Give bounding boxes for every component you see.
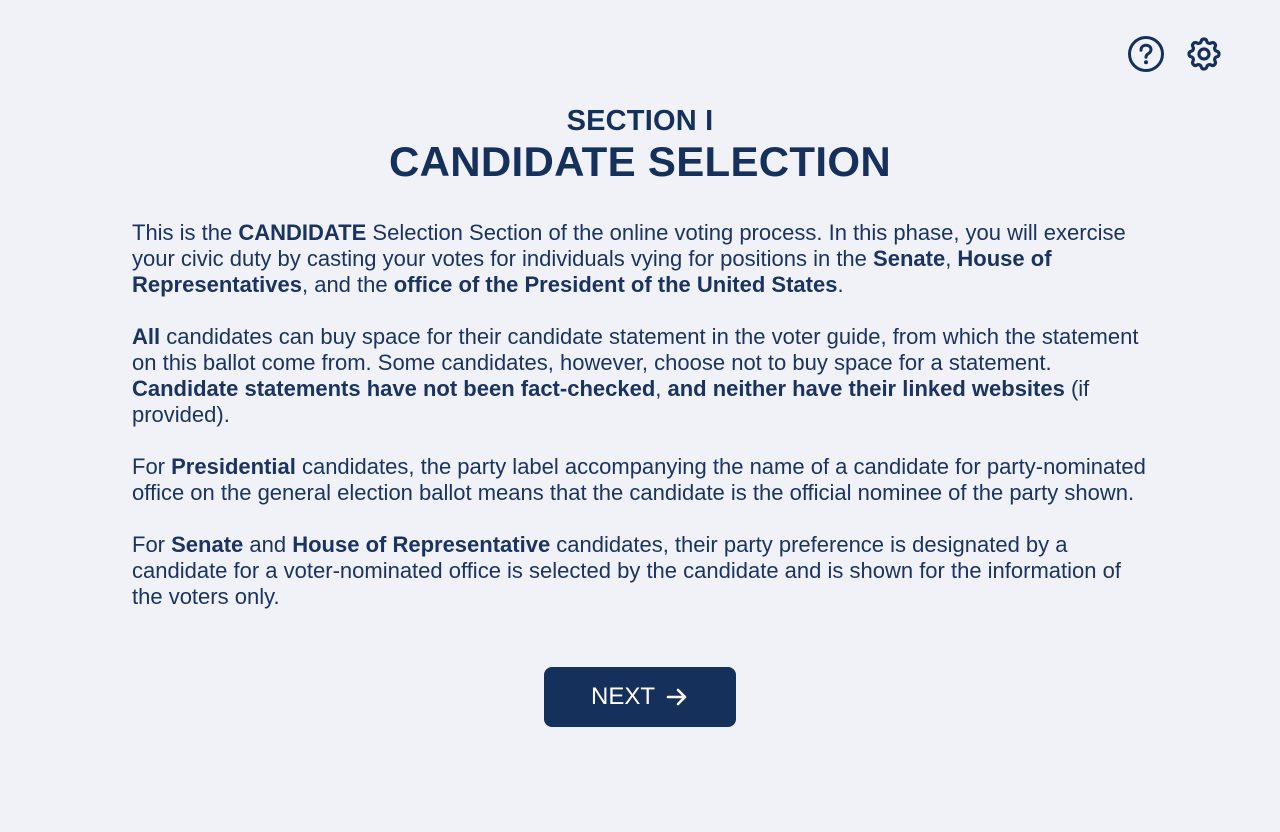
instructions-content: This is the CANDIDATE Selection Section …	[132, 220, 1152, 636]
text-segment: ,	[655, 376, 668, 401]
text-segment: For	[132, 454, 172, 479]
text-segment: candidates can buy space for their candi…	[132, 324, 1139, 375]
top-toolbar	[1126, 35, 1224, 78]
bold-segment: All	[132, 324, 161, 349]
text-segment: ,	[945, 246, 958, 271]
bold-segment: Senate	[171, 532, 244, 557]
statements-paragraph: All candidates can buy space for their c…	[132, 324, 1152, 428]
bold-segment: House of Representative	[292, 532, 551, 557]
section-label: SECTION I	[566, 105, 714, 137]
next-button[interactable]: NEXT	[544, 667, 736, 727]
question-circle-icon	[1127, 35, 1165, 78]
next-button-label: NEXT	[590, 683, 655, 710]
page-header: SECTION I CANDIDATE SELECTION	[0, 104, 1280, 186]
bold-segment: CANDIDATE	[238, 220, 367, 245]
text-segment: For	[132, 532, 172, 557]
bold-segment: Candidate statements have not been fact-…	[132, 376, 656, 401]
bold-segment: and neither have their linked websites	[667, 376, 1065, 401]
bold-segment: office of the President of the United St…	[393, 272, 838, 297]
gear-icon	[1184, 34, 1224, 79]
presidential-paragraph: For Presidential candidates, the party l…	[132, 454, 1152, 506]
text-segment: , and the	[301, 272, 394, 297]
arrow-right-icon	[665, 685, 689, 709]
page-title: CANDIDATE SELECTION	[389, 138, 891, 185]
settings-button[interactable]	[1184, 36, 1224, 76]
text-segment: and	[243, 532, 293, 557]
text-segment: .	[837, 272, 844, 297]
senate-house-paragraph: For Senate and House of Representative c…	[132, 532, 1152, 610]
intro-paragraph: This is the CANDIDATE Selection Section …	[132, 220, 1152, 298]
bold-segment: Senate	[873, 246, 946, 271]
help-button[interactable]	[1126, 35, 1166, 78]
text-segment: This is the	[132, 220, 239, 245]
bold-segment: Presidential	[171, 454, 296, 479]
